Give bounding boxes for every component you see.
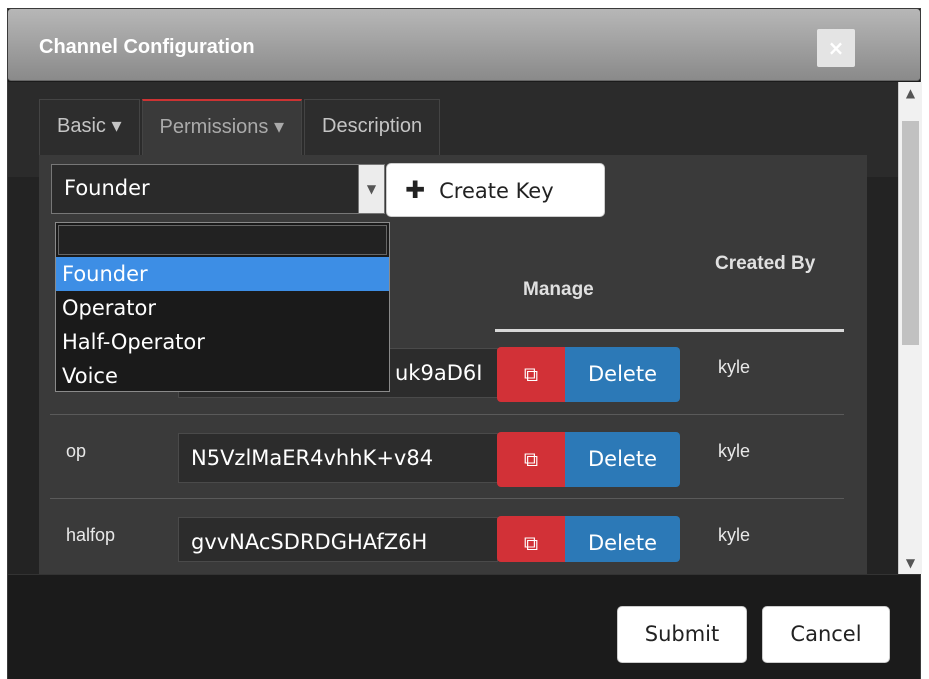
clipboard-icon: ⧉ bbox=[523, 531, 539, 555]
row-permission-name: op bbox=[66, 441, 87, 461]
tab-basic[interactable]: Basic ▾ bbox=[39, 99, 140, 155]
close-icon: × bbox=[827, 36, 845, 60]
vertical-scrollbar[interactable]: ▲ ▼ bbox=[898, 82, 922, 574]
scroll-down-icon[interactable]: ▼ bbox=[899, 556, 922, 570]
column-header-manage: Manage bbox=[523, 279, 594, 300]
created-by-value: kyle bbox=[718, 525, 751, 545]
table-header-divider bbox=[495, 329, 844, 332]
delete-key-button[interactable]: Delete bbox=[565, 516, 680, 562]
row-divider bbox=[50, 414, 844, 415]
select-value: Founder bbox=[64, 176, 150, 200]
dropdown-option-voice[interactable]: Voice bbox=[56, 359, 389, 393]
created-by-value: kyle bbox=[718, 357, 751, 377]
dropdown-option-half-operator[interactable]: Half-Operator bbox=[56, 325, 389, 359]
dropdown-option-operator[interactable]: Operator bbox=[56, 291, 389, 325]
clipboard-icon: ⧉ bbox=[523, 362, 539, 386]
dialog-titlebar: Channel Configuration × bbox=[8, 9, 920, 81]
row-permission-name: halfop bbox=[66, 525, 116, 545]
plus-icon: ✚ bbox=[405, 176, 426, 204]
scroll-thumb[interactable] bbox=[902, 121, 919, 345]
permission-dropdown-list: Founder Operator Half-Operator Voice bbox=[55, 222, 390, 392]
row-divider bbox=[50, 498, 844, 499]
key-field[interactable]: gvvNAcSDRDGHAfZ6H bbox=[178, 517, 498, 562]
tab-permissions[interactable]: Permissions ▾ bbox=[141, 99, 303, 155]
copy-key-button[interactable]: ⧉ bbox=[497, 347, 565, 402]
delete-key-button[interactable]: Delete bbox=[565, 432, 680, 487]
dropdown-option-empty[interactable] bbox=[58, 225, 387, 255]
created-by-value: kyle bbox=[718, 441, 751, 461]
permission-select[interactable]: Founder ▼ bbox=[51, 164, 385, 214]
clipboard-icon: ⧉ bbox=[523, 447, 539, 471]
copy-key-button[interactable]: ⧉ bbox=[497, 516, 565, 562]
tab-bar: Basic ▾ Permissions ▾ Description bbox=[39, 99, 442, 155]
chevron-down-icon[interactable]: ▼ bbox=[358, 165, 384, 213]
create-key-button[interactable]: ✚ Create Key bbox=[386, 163, 605, 217]
dropdown-option-founder[interactable]: Founder bbox=[56, 257, 389, 291]
dialog-title: Channel Configuration bbox=[39, 36, 255, 58]
key-field[interactable]: N5VzlMaER4vhhK+v84 bbox=[178, 433, 498, 483]
dialog-footer: Submit Cancel bbox=[8, 574, 920, 679]
cancel-button[interactable]: Cancel bbox=[762, 606, 890, 663]
copy-key-button[interactable]: ⧉ bbox=[497, 432, 565, 487]
column-header-created-by: Created By bbox=[715, 253, 816, 274]
scroll-up-icon[interactable]: ▲ bbox=[899, 86, 922, 100]
submit-button[interactable]: Submit bbox=[617, 606, 747, 663]
close-button[interactable]: × bbox=[817, 29, 855, 67]
tab-description[interactable]: Description bbox=[304, 99, 441, 155]
delete-key-button[interactable]: Delete bbox=[565, 347, 680, 402]
